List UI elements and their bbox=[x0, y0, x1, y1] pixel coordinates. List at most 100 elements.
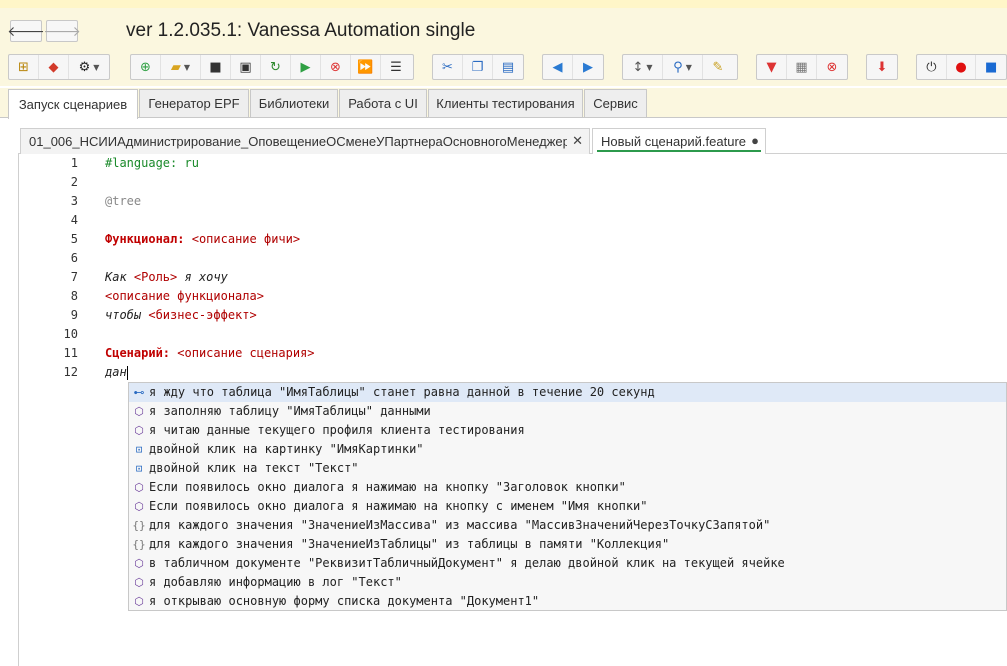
placeholder: <описание фичи> bbox=[191, 232, 301, 246]
autocomplete-item-text: двойной клик на картинку "ИмяКартинки" bbox=[149, 442, 424, 456]
power-icon[interactable]: ⏻ bbox=[917, 55, 947, 79]
step-pin-icon: ⊷ bbox=[133, 386, 145, 399]
tree-icon[interactable]: ⊞ bbox=[9, 55, 39, 79]
title-bar: 🡐 🡒 ver 1.2.035.1: Vanessa Automation si… bbox=[0, 8, 1007, 50]
fast-forward-icon[interactable]: ⏩ bbox=[351, 55, 381, 79]
line-number: 5 bbox=[70, 232, 78, 246]
code-line: 12 дан bbox=[18, 363, 1007, 382]
autocomplete-item-text: я заполняю таблицу "ИмяТаблицы" данными bbox=[149, 404, 431, 418]
copy-icon[interactable]: ❐ bbox=[463, 55, 493, 79]
autocomplete-item-text: я жду что таблица "ИмяТаблицы" станет ра… bbox=[149, 385, 655, 399]
code-line: 4 bbox=[18, 211, 1007, 230]
code-line: 10 bbox=[18, 325, 1007, 344]
line-text: чтобы bbox=[105, 308, 149, 322]
placeholder: <описание функционала> bbox=[105, 289, 264, 303]
play-icon[interactable]: ▶ bbox=[291, 55, 321, 79]
autocomplete-item[interactable]: {} для каждого значения "ЗначениеИзТаблиц… bbox=[129, 535, 1006, 554]
broom-icon[interactable]: ✎ bbox=[703, 55, 733, 79]
line-number: 3 bbox=[70, 194, 78, 208]
code-line: 3 @tree bbox=[18, 192, 1007, 211]
file-tab-active[interactable]: Новый сценарий.feature ● bbox=[592, 128, 766, 154]
autocomplete-item-text: для каждого значения "ЗначениеИзТаблицы"… bbox=[149, 537, 670, 551]
line-number: 8 bbox=[70, 289, 78, 303]
autocomplete-item-text: Если появилось окно диалога я нажимаю на… bbox=[149, 480, 626, 494]
code-line: 7 Как <Роль> я хочу bbox=[18, 268, 1007, 287]
open-folder-icon[interactable]: ▰ ▼ bbox=[161, 55, 201, 79]
line-text: Как bbox=[105, 270, 134, 284]
line-text: дан bbox=[105, 365, 127, 379]
add-icon[interactable]: ⊕ bbox=[131, 55, 161, 79]
file-tab[interactable]: 01_006_НСИИАдминистрирование_ОповещениеО… bbox=[20, 128, 590, 154]
line-text: #language: ru bbox=[105, 156, 199, 170]
autocomplete-item[interactable]: ⊡ двойной клик на картинку "ИмяКартинки" bbox=[129, 440, 1006, 459]
code-line: 5 Функционал: <описание фичи> bbox=[18, 230, 1007, 249]
collapse-icon[interactable]: ▼ bbox=[757, 55, 787, 79]
cube-icon: ⬡ bbox=[134, 424, 144, 437]
sort-icon[interactable]: ↕ ▼ bbox=[623, 55, 663, 79]
line-number: 7 bbox=[70, 270, 78, 284]
autocomplete-item[interactable]: ⊡ двойной клик на текст "Текст" bbox=[129, 459, 1006, 478]
tab-epf-generator[interactable]: Генератор EPF bbox=[139, 89, 249, 117]
save-icon[interactable]: ■ bbox=[201, 55, 231, 79]
code-line: 1 #language: ru bbox=[18, 154, 1007, 173]
save-as-icon[interactable]: ▣ bbox=[231, 55, 261, 79]
modified-dot-icon[interactable]: ● bbox=[751, 133, 759, 148]
cancel-icon[interactable]: ⊗ bbox=[817, 55, 847, 79]
arrow-back-icon[interactable]: ◀ bbox=[543, 55, 573, 79]
line-number: 2 bbox=[70, 175, 78, 189]
autocomplete-item-text: в табличном документе "РеквизитТабличный… bbox=[149, 556, 785, 570]
keyword: Функционал: bbox=[105, 232, 185, 246]
close-icon[interactable]: ✕ bbox=[572, 133, 583, 149]
placeholder: <описание сценария> bbox=[177, 346, 315, 360]
back-button[interactable]: 🡐 bbox=[7, 20, 45, 42]
search-icon[interactable]: ⚲ ▼ bbox=[663, 55, 703, 79]
keyword: Сценарий: bbox=[105, 346, 171, 360]
line-number: 6 bbox=[70, 251, 78, 265]
line-text: @tree bbox=[105, 194, 142, 208]
line-number: 10 bbox=[63, 327, 78, 341]
autocomplete-item[interactable]: ⬡ Если появилось окно диалога я нажимаю н… bbox=[129, 478, 1006, 497]
cube-icon: ⬡ bbox=[134, 500, 144, 513]
file-tab-label: Новый сценарий.feature bbox=[601, 134, 747, 149]
placeholder: <бизнес-эффект> bbox=[148, 308, 257, 322]
tab-ui-work[interactable]: Работа с UI bbox=[339, 89, 427, 117]
autocomplete-item[interactable]: ⬡ я читаю данные текущего профиля клиента… bbox=[129, 421, 1006, 440]
refresh-icon[interactable]: ↻ bbox=[261, 55, 291, 79]
settings-icon[interactable]: ⚙ ▼ bbox=[69, 55, 109, 79]
table-icon[interactable]: ▦ bbox=[787, 55, 817, 79]
steps-icon[interactable]: ☰ bbox=[381, 55, 411, 79]
line-number: 9 bbox=[70, 308, 78, 322]
cut-icon[interactable]: ✂ bbox=[433, 55, 463, 79]
autocomplete-item-text: я открываю основную форму списка докумен… bbox=[149, 594, 540, 608]
braces-icon: {} bbox=[132, 519, 146, 532]
autocomplete-item[interactable]: {} для каждого значения "ЗначениеИзМассив… bbox=[129, 516, 1006, 535]
paste-icon[interactable]: ▤ bbox=[493, 55, 523, 79]
record-icon[interactable]: ● bbox=[947, 55, 977, 79]
tab-run-scenarios[interactable]: Запуск сценариев bbox=[8, 89, 138, 119]
autocomplete-item[interactable]: ⬡ в табличном документе "РеквизитТабличны… bbox=[129, 554, 1006, 573]
stop-square-icon[interactable]: ■ bbox=[976, 55, 1006, 79]
autocomplete-item[interactable]: ⬡ я открываю основную форму списка докуме… bbox=[129, 592, 1006, 610]
line-text: я хочу bbox=[177, 270, 228, 284]
code-line: 8 <описание функционала> bbox=[18, 287, 1007, 306]
autocomplete-item[interactable]: ⊷ я жду что таблица "ИмяТаблицы" станет р… bbox=[129, 383, 1006, 402]
download-icon[interactable]: ⬇ bbox=[867, 55, 897, 79]
arrow-forward-icon[interactable]: ▶ bbox=[573, 55, 603, 79]
autocomplete-item[interactable]: ⬡ я добавляю информацию в лог "Текст" bbox=[129, 573, 1006, 592]
diamond-icon[interactable]: ◆ bbox=[39, 55, 69, 79]
image-step-icon: ⊡ bbox=[135, 443, 143, 456]
cube-icon: ⬡ bbox=[134, 576, 144, 589]
cube-icon: ⬡ bbox=[134, 557, 144, 570]
text-caret bbox=[126, 365, 128, 380]
tab-libraries[interactable]: Библиотеки bbox=[250, 89, 338, 117]
autocomplete-item[interactable]: ⬡ Если появилось окно диалога я нажимаю н… bbox=[129, 497, 1006, 516]
tab-test-clients[interactable]: Клиенты тестирования bbox=[428, 89, 583, 117]
forward-button[interactable]: 🡒 bbox=[43, 20, 81, 42]
autocomplete-item[interactable]: ⬡ я заполняю таблицу "ИмяТаблицы" данными bbox=[129, 402, 1006, 421]
code-line: 9 чтобы <бизнес-эффект> bbox=[18, 306, 1007, 325]
window-title: ver 1.2.035.1: Vanessa Automation single bbox=[126, 20, 476, 41]
placeholder: <Роль> bbox=[133, 270, 178, 284]
stop-icon[interactable]: ⊗ bbox=[321, 55, 351, 79]
tab-service[interactable]: Сервис bbox=[584, 89, 647, 117]
active-underline bbox=[597, 150, 761, 152]
